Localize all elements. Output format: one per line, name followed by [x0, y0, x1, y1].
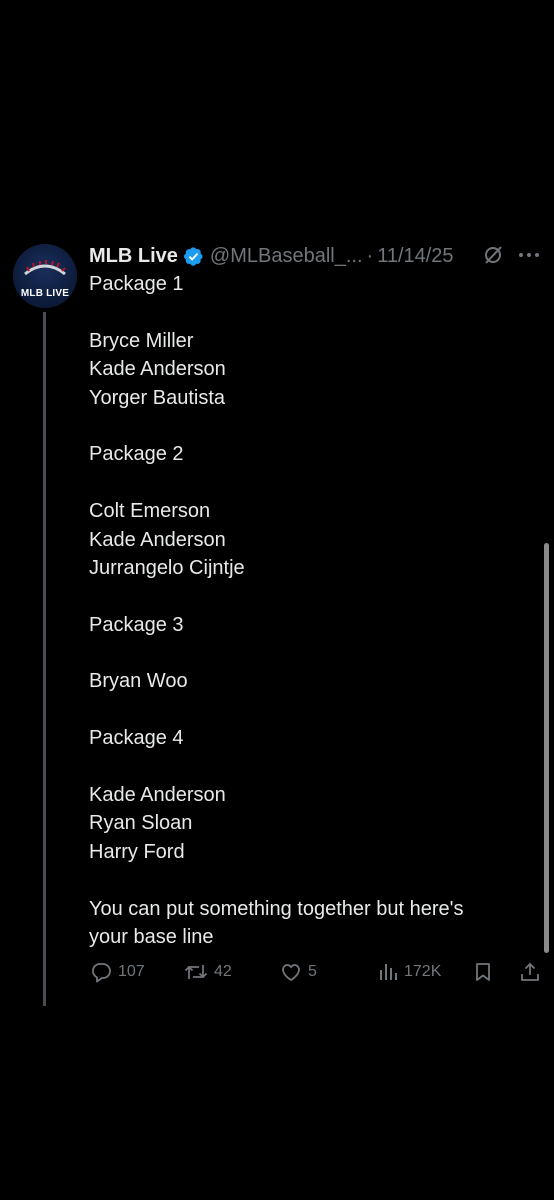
repost-icon — [184, 965, 208, 979]
thread-line — [43, 312, 46, 1006]
avatar[interactable]: MLB LIVE — [13, 244, 77, 308]
display-name[interactable]: MLB Live — [89, 245, 178, 268]
avatar-label: MLB LIVE — [20, 288, 70, 299]
post-text-line: Package 2 — [89, 443, 184, 466]
separator-dot: · — [366, 244, 374, 267]
action-bar: 107 42 5 172K — [0, 960, 554, 984]
more-icon[interactable] — [518, 244, 540, 266]
repost-button[interactable]: 42 — [184, 960, 232, 984]
post-text-line: Ryan Sloan — [89, 812, 193, 835]
post-text-line: Bryan Woo — [89, 670, 188, 693]
views-button[interactable]: 172K — [378, 960, 441, 984]
post-text-line: Jurrangelo Cijntje — [89, 556, 245, 579]
like-icon — [282, 964, 300, 981]
verified-badge-icon — [183, 246, 203, 266]
post-text-line: Bryce Miller — [89, 329, 194, 352]
repost-count: 42 — [214, 963, 232, 980]
bookmark-button[interactable] — [473, 960, 493, 984]
post-text-line: your base line — [89, 925, 214, 948]
post-text-line: Package 1 — [89, 273, 184, 295]
post-text-line: Package 3 — [89, 613, 184, 636]
views-icon — [380, 964, 397, 980]
reply-count: 107 — [118, 963, 145, 980]
view-count: 172K — [404, 963, 442, 980]
user-handle[interactable]: @MLBaseball_... — [210, 245, 363, 268]
post-text-line: You can put something together but here'… — [89, 897, 464, 920]
share-icon — [521, 962, 539, 981]
post-text: Package 1 Bryce Miller Kade Anderson Yorger… — [89, 270, 529, 951]
post-text-line: Colt Emerson — [89, 500, 211, 523]
like-button[interactable]: 5 — [280, 960, 317, 984]
scrollbar[interactable] — [544, 543, 549, 953]
reply-button[interactable]: 107 — [90, 960, 145, 984]
post-text-line: Package 4 — [89, 727, 184, 750]
post-text-line: Kade Anderson — [89, 358, 226, 381]
share-button[interactable] — [519, 960, 541, 984]
post-text-line: Kade Anderson — [89, 528, 226, 551]
grok-icon[interactable] — [482, 244, 504, 266]
post-text-line: Yorger Bautista — [89, 386, 226, 409]
like-count: 5 — [308, 963, 317, 980]
post-date[interactable]: 11/14/25 — [377, 245, 453, 268]
post-header: MLB Live @MLBaseball_... · 11/14/25 — [89, 240, 454, 272]
post-text-line: Harry Ford — [89, 840, 185, 863]
post-text-line: Kade Anderson — [89, 784, 226, 807]
bookmark-icon — [476, 963, 490, 981]
reply-icon — [92, 963, 111, 983]
